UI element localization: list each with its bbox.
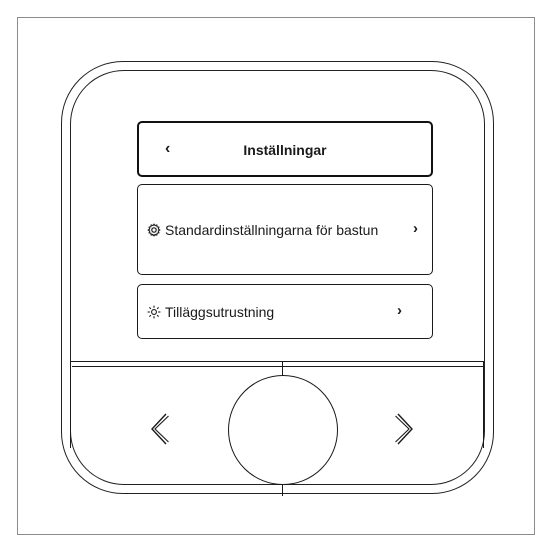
settings-header[interactable]: ‹ Inställningar <box>137 121 433 177</box>
light-icon <box>147 305 161 319</box>
menu-item-accessories[interactable]: Tilläggsutrustning › <box>137 284 433 339</box>
controls-divider-vertical-bottom <box>282 484 284 496</box>
menu-item-label: Tilläggsutrustning <box>165 304 275 320</box>
chevron-right-icon: › <box>397 302 402 319</box>
left-button[interactable] <box>70 367 230 490</box>
menu-item-sauna-defaults[interactable]: Standardinställningarna för bastun › <box>137 184 433 275</box>
chevron-right-icon: › <box>413 220 418 237</box>
right-button[interactable] <box>337 367 483 490</box>
chevron-right-icon <box>395 413 413 445</box>
chevron-left-icon <box>151 413 169 445</box>
controls-divider-top <box>71 361 484 363</box>
menu-item-label: Standardinställningarna för bastun <box>165 222 379 238</box>
gear-icon <box>147 223 161 237</box>
controls-edge-right <box>483 361 485 448</box>
center-knob-button[interactable] <box>228 375 338 485</box>
page-title: Inställningar <box>243 142 327 158</box>
